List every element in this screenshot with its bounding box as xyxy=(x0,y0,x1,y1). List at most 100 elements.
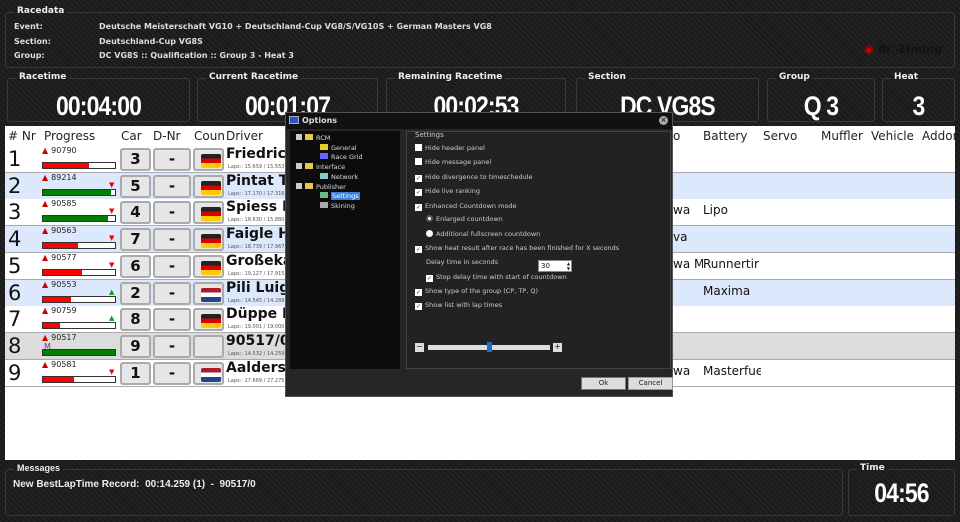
checkbox[interactable] xyxy=(415,144,422,151)
car-button[interactable]: 6 xyxy=(120,254,151,278)
delay-value[interactable]: 30 xyxy=(541,262,550,270)
hidden-column-cell: va xyxy=(673,230,688,245)
ok-button[interactable]: Ok xyxy=(581,377,626,390)
car-icon: ▲ xyxy=(42,172,49,182)
checkbox[interactable]: ✓ xyxy=(426,275,433,282)
dnr-button[interactable]: - xyxy=(153,308,191,332)
checkbox[interactable] xyxy=(415,158,422,165)
lap-times: Laps:: 19.127 / 17.915 xyxy=(228,270,285,277)
option-0[interactable]: Hide header panel xyxy=(415,144,485,152)
car-button[interactable]: 8 xyxy=(120,308,151,332)
monitor-icon xyxy=(289,116,299,124)
header-dnr[interactable]: D-Nr xyxy=(153,129,180,143)
dnr-button[interactable]: - xyxy=(153,334,191,358)
header-battery[interactable]: Battery xyxy=(703,129,747,143)
settings-group: Settings Hide header panel Hide message p… xyxy=(406,131,671,369)
car-button[interactable]: 9 xyxy=(120,334,151,358)
header-muffler[interactable]: Muffler xyxy=(821,129,863,143)
option-1[interactable]: Hide message panel xyxy=(415,158,491,166)
zoom-slider[interactable] xyxy=(428,342,550,352)
dnr-button[interactable]: - xyxy=(153,361,191,385)
country-button[interactable] xyxy=(193,174,224,198)
tree-item-network[interactable]: Network xyxy=(320,172,358,181)
checkbox[interactable]: ✓ xyxy=(415,289,422,296)
dnr-button[interactable]: - xyxy=(153,228,191,252)
tree-item-publisher[interactable]: Publisher xyxy=(296,182,346,191)
tree-item-rcm[interactable]: RCM xyxy=(296,134,330,142)
dnr-button[interactable]: - xyxy=(153,281,191,305)
country-button[interactable] xyxy=(193,308,224,332)
dialog-titlebar[interactable]: Options × xyxy=(286,113,672,129)
delay-spinbox[interactable]: 30 ▲ ▼ xyxy=(538,260,572,272)
dnr-button[interactable]: - xyxy=(153,201,191,225)
collapse-icon[interactable] xyxy=(296,182,302,189)
country-button[interactable] xyxy=(193,201,224,225)
dnr-button[interactable]: - xyxy=(153,254,191,278)
option-4[interactable]: ✓ Enhanced Countdown mode xyxy=(415,202,517,211)
header-progress[interactable]: Progress xyxy=(44,129,95,143)
option-6[interactable]: Additional fullscreen countdown xyxy=(426,230,540,238)
option-2[interactable]: ✓ Hide divergence to timeschedule xyxy=(415,173,533,182)
skin-icon xyxy=(320,201,328,208)
car-button[interactable]: 4 xyxy=(120,201,151,225)
grid-icon xyxy=(320,153,328,160)
collapse-icon[interactable] xyxy=(296,163,302,170)
close-icon[interactable]: × xyxy=(659,116,668,125)
option-9[interactable]: ✓ Stop delay time with start of countdown xyxy=(426,273,567,282)
country-button[interactable] xyxy=(193,148,224,171)
car-button[interactable]: 3 xyxy=(120,148,151,171)
tree-item-general[interactable]: General xyxy=(320,143,357,152)
header-addon[interactable]: Addon xyxy=(922,129,955,143)
checkbox[interactable]: ✓ xyxy=(415,204,422,211)
tree-item-interface[interactable]: Interface xyxy=(296,163,345,171)
zoom-minus-button[interactable]: − xyxy=(415,343,424,352)
option-10[interactable]: ✓ Show type of the group (CP, TP, Q) xyxy=(415,287,538,296)
transponder: ▲ 90581 xyxy=(42,360,77,369)
country-button[interactable] xyxy=(193,281,224,305)
header-servo[interactable]: Servo xyxy=(763,129,797,143)
transponder: ▲ 90563 xyxy=(42,226,77,235)
checkbox[interactable]: ✓ xyxy=(415,246,422,253)
option-5[interactable]: Enlarged countdown xyxy=(426,215,503,223)
header-country[interactable]: Coun xyxy=(194,129,225,143)
cancel-button[interactable]: Cancel xyxy=(628,377,673,390)
option-7[interactable]: ✓ Show heat result after race has been fi… xyxy=(415,244,619,253)
slider-thumb[interactable] xyxy=(486,342,492,352)
dnr-button[interactable]: - xyxy=(153,174,191,198)
car-button[interactable]: 1 xyxy=(120,361,151,385)
checkbox[interactable]: ✓ xyxy=(415,303,422,310)
tree-item-skining[interactable]: Skining xyxy=(320,201,355,210)
header-vehicle[interactable]: Vehicle xyxy=(871,129,914,143)
position: 6 xyxy=(8,280,22,305)
radio-button[interactable] xyxy=(426,230,433,237)
section-value: Deutschland-Cup VG8S xyxy=(99,37,203,46)
option-11[interactable]: ✓ Show list with lap times xyxy=(415,301,502,310)
tree-item-settings[interactable]: Settings xyxy=(320,192,360,201)
option-label: Hide message panel xyxy=(425,158,492,166)
option-3[interactable]: ✓ Hide live ranking xyxy=(415,187,480,196)
tree-item-label: Publisher xyxy=(316,182,346,191)
progress-bar xyxy=(42,242,116,250)
country-button[interactable] xyxy=(193,361,224,385)
header-hidden[interactable]: o xyxy=(673,129,680,143)
checkbox[interactable]: ✓ xyxy=(415,189,422,196)
settings-legend: Settings xyxy=(415,131,444,139)
checkbox[interactable]: ✓ xyxy=(415,175,422,182)
country-button[interactable] xyxy=(193,334,224,358)
car-button[interactable]: 2 xyxy=(120,281,151,305)
radio-button[interactable] xyxy=(426,215,433,222)
header-driver[interactable]: Driver xyxy=(226,129,263,143)
country-button[interactable] xyxy=(193,254,224,278)
trend-up-icon: ▲ xyxy=(109,314,115,323)
collapse-icon[interactable] xyxy=(296,134,302,140)
tree-item-race-grid[interactable]: Race Grid xyxy=(320,153,363,161)
header-car[interactable]: Car xyxy=(121,129,142,143)
country-button[interactable] xyxy=(193,228,224,252)
spin-arrows-icon[interactable]: ▲ ▼ xyxy=(567,261,570,271)
header-nr[interactable]: # Nr xyxy=(8,129,36,143)
dnr-button[interactable]: - xyxy=(153,148,191,171)
hidden-column-cell: wa xyxy=(673,203,691,218)
car-button[interactable]: 7 xyxy=(120,228,151,252)
zoom-plus-button[interactable]: + xyxy=(553,343,562,352)
car-button[interactable]: 5 xyxy=(120,174,151,198)
